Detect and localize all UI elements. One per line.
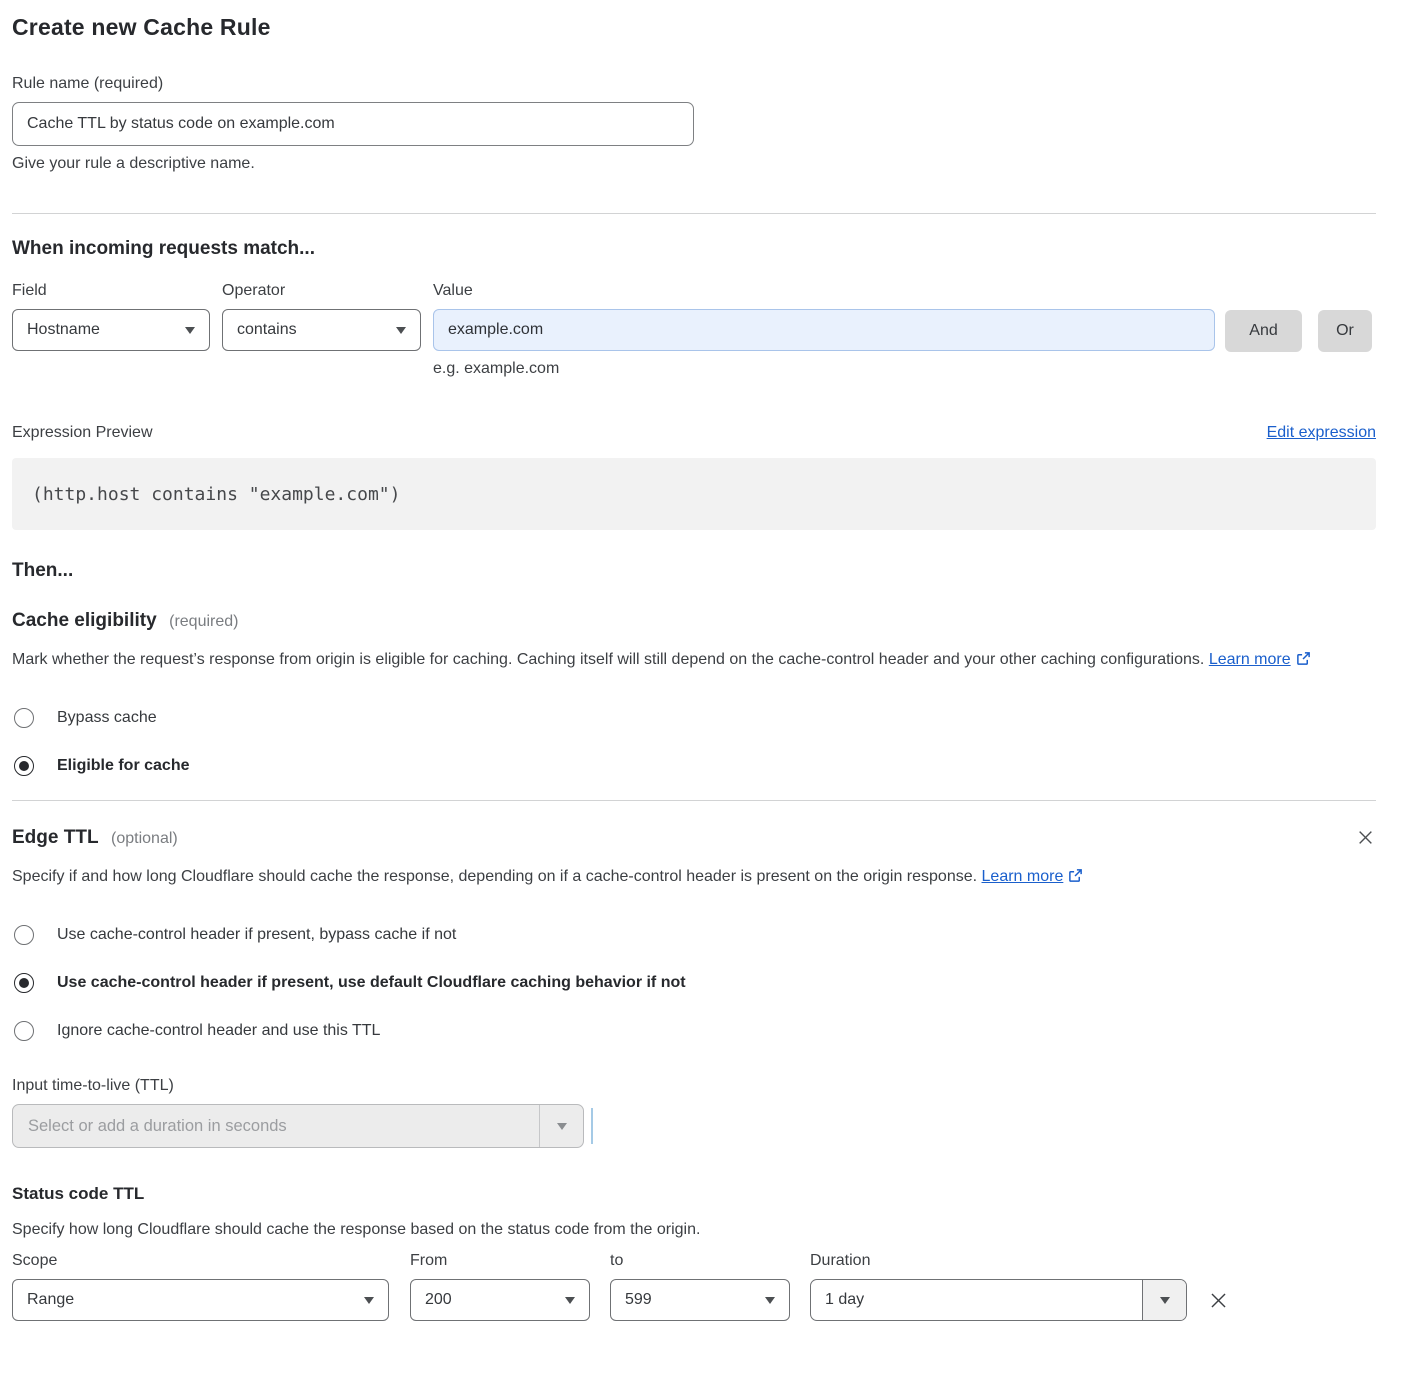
ttl-input-label: Input time-to-live (TTL) (12, 1077, 1376, 1095)
required-tag: (required) (169, 613, 238, 630)
edge-ttl-description: Specify if and how long Cloudflare shoul… (12, 863, 1352, 893)
to-select[interactable]: 599 (610, 1279, 790, 1321)
external-link-icon (1296, 648, 1311, 676)
match-condition-row: Field Hostname Operator contains Value e… (12, 282, 1376, 378)
radio-ttl-default-if-absent-label: Use cache-control header if present, use… (57, 974, 686, 992)
scope-select-value: Range (27, 1291, 74, 1309)
edge-ttl-section: Edge TTL (optional) Specify if and how l… (12, 827, 1376, 1321)
radio-ttl-default-if-absent[interactable]: Use cache-control header if present, use… (12, 973, 1376, 993)
rule-name-label: Rule name (required) (12, 75, 1376, 93)
field-select-value: Hostname (27, 321, 100, 339)
scope-select[interactable]: Range (12, 1279, 389, 1321)
external-link-icon (1068, 865, 1083, 893)
edge-ttl-heading: Edge TTL (12, 827, 99, 848)
expression-preview-header: Expression Preview Edit expression (12, 424, 1376, 442)
operator-select[interactable]: contains (222, 309, 421, 351)
from-select[interactable]: 200 (410, 1279, 590, 1321)
duration-label: Duration (810, 1252, 1187, 1270)
section-divider (12, 213, 1376, 214)
radio-selected-icon (14, 973, 34, 993)
chevron-down-icon (396, 327, 406, 334)
scope-label: Scope (12, 1252, 389, 1270)
cache-eligibility-description-text: Mark whether the request’s response from… (12, 651, 1204, 668)
value-label: Value (433, 282, 1215, 300)
edge-ttl-description-text: Specify if and how long Cloudflare shoul… (12, 868, 977, 885)
close-icon (1357, 834, 1374, 849)
chevron-down-icon (765, 1297, 775, 1304)
remove-status-ttl-row-button[interactable] (1207, 1289, 1230, 1315)
field-label: Field (12, 282, 210, 300)
radio-unselected-icon (14, 708, 34, 728)
radio-selected-icon (14, 756, 34, 776)
radio-bypass-cache[interactable]: Bypass cache (12, 708, 1376, 728)
chevron-down-glyph (557, 1123, 567, 1130)
chevron-down-glyph (1160, 1297, 1170, 1304)
rule-name-help: Give your rule a descriptive name. (12, 155, 1376, 173)
chevron-down-icon (185, 327, 195, 334)
operator-label: Operator (222, 282, 421, 300)
cache-eligibility-section: Cache eligibility (required) Mark whethe… (12, 610, 1376, 776)
expression-code-block: (http.host contains "example.com") (12, 458, 1376, 530)
cache-eligibility-description: Mark whether the request’s response from… (12, 646, 1352, 676)
radio-eligible-for-cache-label: Eligible for cache (57, 757, 189, 775)
ttl-duration-placeholder: Select or add a duration in seconds (13, 1105, 539, 1147)
to-select-value: 599 (625, 1291, 652, 1309)
match-heading: When incoming requests match... (12, 238, 1376, 260)
cache-eligibility-heading: Cache eligibility (12, 610, 157, 631)
ttl-duration-select[interactable]: Select or add a duration in seconds (12, 1104, 584, 1148)
expression-code: (http.host contains "example.com") (32, 484, 400, 505)
or-button[interactable]: Or (1318, 310, 1372, 352)
section-divider (12, 800, 1376, 801)
radio-ttl-bypass-if-absent-label: Use cache-control header if present, byp… (57, 926, 456, 944)
optional-tag: (optional) (111, 830, 178, 847)
operator-select-value: contains (237, 321, 297, 339)
status-code-ttl-row: Scope Range From 200 to 599 (12, 1252, 1376, 1321)
field-select[interactable]: Hostname (12, 309, 210, 351)
to-label: to (610, 1252, 790, 1270)
create-cache-rule-form: Create new Cache Rule Rule name (require… (12, 0, 1376, 1321)
expression-preview-label: Expression Preview (12, 424, 153, 442)
chevron-down-icon (565, 1297, 575, 1304)
status-code-ttl-heading: Status code TTL (12, 1184, 1376, 1204)
value-input[interactable] (433, 309, 1215, 351)
edit-expression-link[interactable]: Edit expression (1267, 424, 1376, 442)
close-icon (1209, 1298, 1228, 1313)
learn-more-link[interactable]: Learn more (982, 868, 1064, 885)
chevron-down-icon (364, 1297, 374, 1304)
chevron-down-icon (539, 1105, 583, 1147)
radio-ttl-ignore-header-label: Ignore cache-control header and use this… (57, 1022, 380, 1040)
value-hint: e.g. example.com (433, 360, 1215, 378)
radio-eligible-for-cache[interactable]: Eligible for cache (12, 756, 1376, 776)
page-title: Create new Cache Rule (12, 14, 1376, 41)
then-heading: Then... (12, 560, 1376, 582)
from-label: From (410, 1252, 590, 1270)
radio-ttl-bypass-if-absent[interactable]: Use cache-control header if present, byp… (12, 925, 1376, 945)
and-button[interactable]: And (1225, 310, 1302, 352)
text-caret (591, 1108, 593, 1144)
close-edge-ttl-button[interactable] (1355, 827, 1376, 851)
radio-bypass-cache-label: Bypass cache (57, 709, 157, 727)
duration-select-value: 1 day (811, 1280, 1142, 1320)
radio-unselected-icon (14, 1021, 34, 1041)
learn-more-link[interactable]: Learn more (1209, 651, 1291, 668)
chevron-down-icon (1142, 1280, 1186, 1320)
duration-select[interactable]: 1 day (810, 1279, 1187, 1321)
from-select-value: 200 (425, 1291, 452, 1309)
radio-unselected-icon (14, 925, 34, 945)
rule-name-input[interactable] (12, 102, 694, 146)
status-code-ttl-description: Specify how long Cloudflare should cache… (12, 1216, 1352, 1244)
radio-ttl-ignore-header[interactable]: Ignore cache-control header and use this… (12, 1021, 1376, 1041)
